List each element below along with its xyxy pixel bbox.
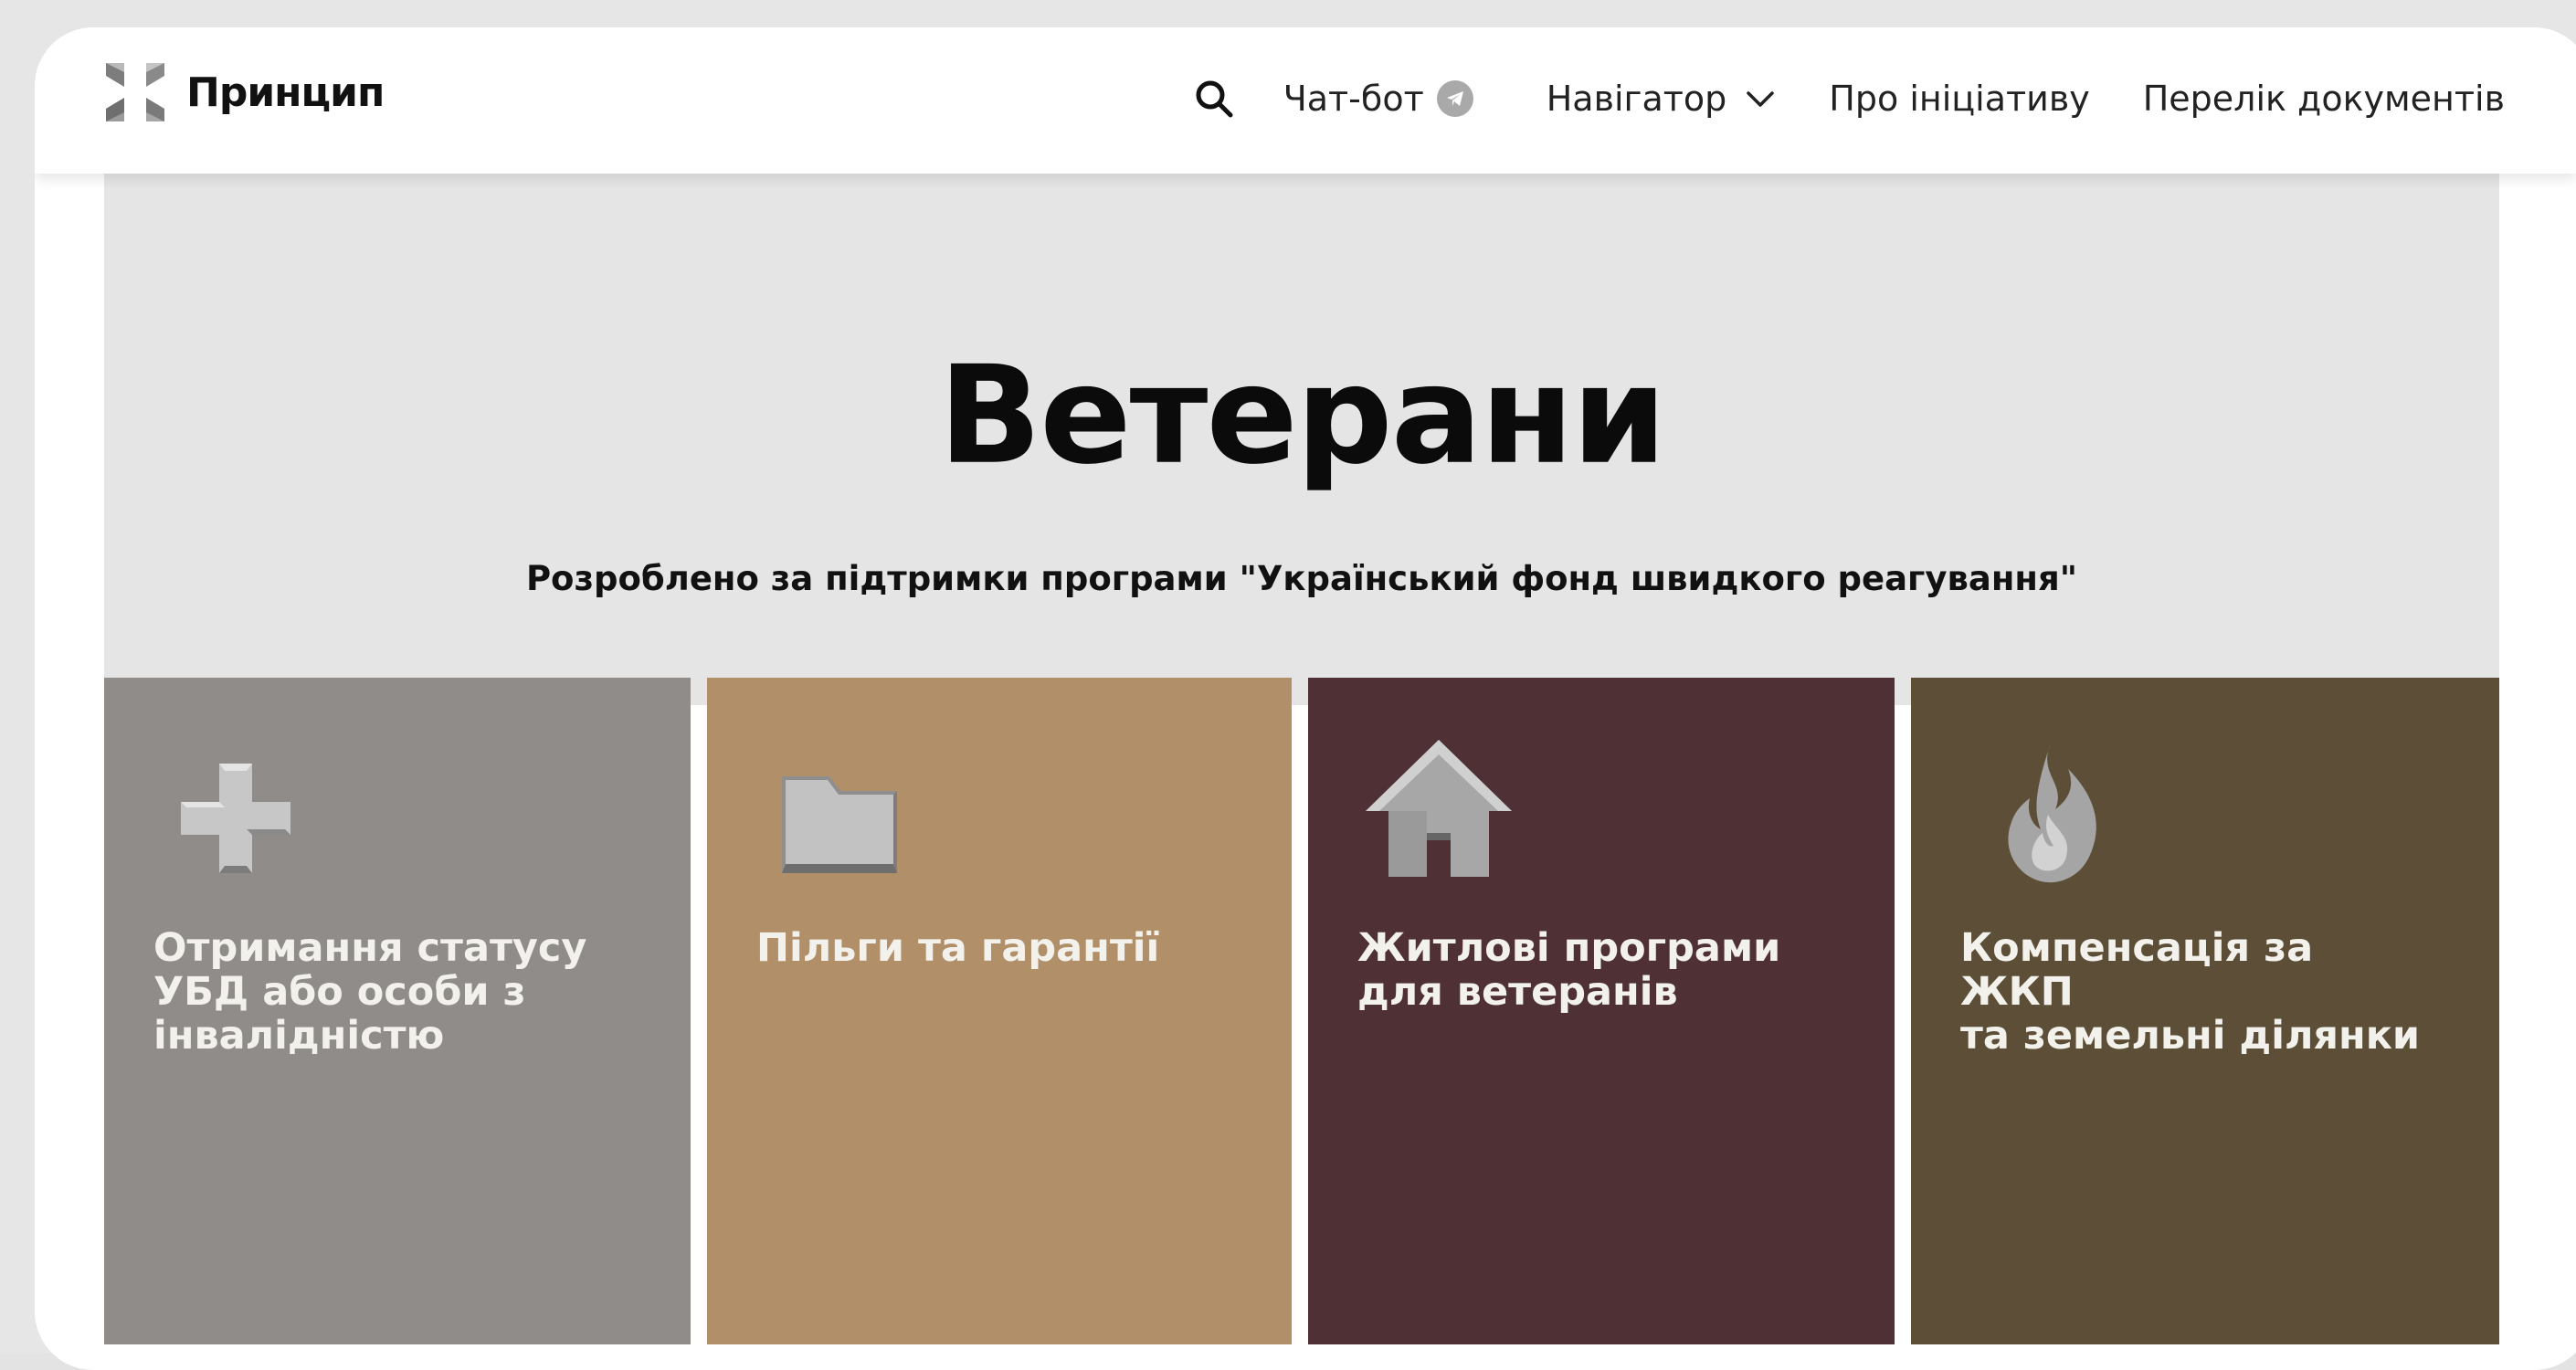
page-subtitle: Розроблено за підтримки програми "Україн… xyxy=(525,559,2078,598)
tile-compensation[interactable]: Компенсація за ЖКП та земельні ділянки xyxy=(1911,678,2499,1344)
chevron-down-icon xyxy=(1747,91,1775,107)
logo-icon xyxy=(106,63,164,121)
page-title: Ветерани xyxy=(938,336,1666,494)
search-icon xyxy=(1196,80,1233,118)
nav-navigator-label: Навігатор xyxy=(1546,79,1727,119)
nav-about-label: Про ініціативу xyxy=(1829,79,2090,119)
search-button[interactable] xyxy=(1192,77,1236,121)
tile-housing[interactable]: Житлові програми для ветеранів xyxy=(1308,678,1895,1344)
nav-documents-label: Перелік документів xyxy=(2142,79,2505,119)
tile-compensation-label: Компенсація за ЖКП та земельні ділянки xyxy=(1960,925,2421,1059)
fire-icon xyxy=(2008,745,2096,883)
hero-section: Ветерани Розроблено за підтримки програм… xyxy=(104,174,2499,705)
site-header: Принцип Чат-бот Навігатор Про ініціативу… xyxy=(35,27,2576,174)
main-nav: Чат-бот Навігатор Про ініціативу Перелік… xyxy=(1192,71,2505,126)
nav-navigator-dropdown[interactable]: Навігатор xyxy=(1547,79,1777,119)
logo[interactable]: Принцип xyxy=(104,60,385,124)
logo-text: Принцип xyxy=(186,68,385,116)
folder-icon xyxy=(782,776,897,873)
page: Принцип Чат-бот Навігатор Про ініціативу… xyxy=(35,27,2576,1370)
tile-housing-label: Житлові програми для ветеранів xyxy=(1357,925,1781,1015)
category-tiles: Отримання статусу УБД або особи з інвалі… xyxy=(104,678,2499,1370)
nav-chatbot-link[interactable]: Чат-бот xyxy=(1283,79,1473,119)
house-icon xyxy=(1366,740,1512,877)
nav-chatbot-label: Чат-бот xyxy=(1283,79,1424,119)
nav-documents-link[interactable]: Перелік документів xyxy=(2143,79,2505,119)
nav-about-link[interactable]: Про ініціативу xyxy=(1829,79,2089,119)
tile-benefits-label: Пільги та гарантії xyxy=(756,925,1160,971)
telegram-icon xyxy=(1436,80,1473,117)
tile-benefits[interactable]: Пільги та гарантії xyxy=(707,678,1292,1344)
window-frame: Принцип Чат-бот Навігатор Про ініціативу… xyxy=(0,0,2576,1370)
tile-ubd-status[interactable]: Отримання статусу УБД або особи з інвалі… xyxy=(104,678,691,1344)
plus-icon xyxy=(181,764,290,873)
tile-ubd-status-label: Отримання статусу УБД або особи з інвалі… xyxy=(153,925,587,1059)
